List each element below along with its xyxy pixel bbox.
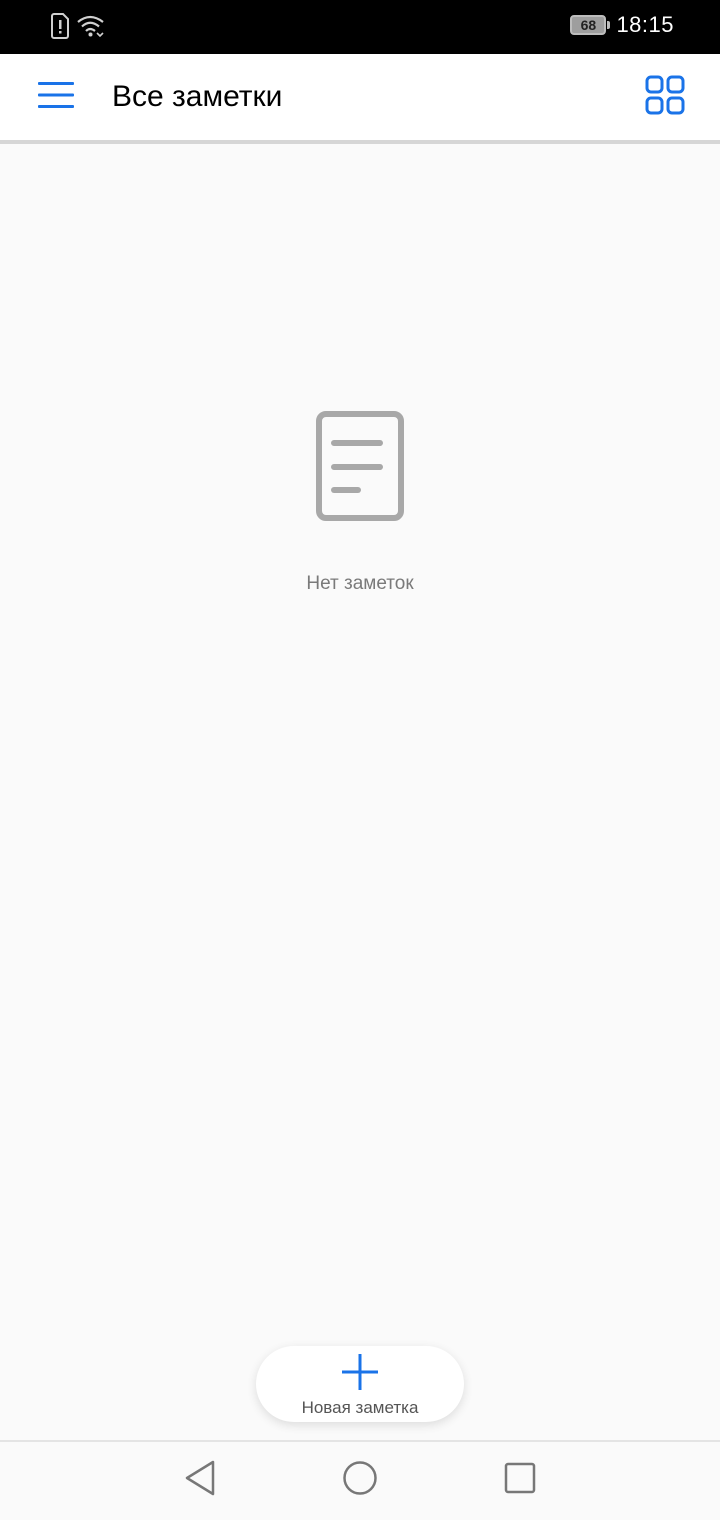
battery-icon: 68	[570, 15, 611, 35]
sim-alert-icon	[50, 13, 70, 44]
back-icon	[183, 1459, 217, 1502]
app-bar-divider	[0, 140, 720, 144]
grid-view-icon	[645, 75, 685, 120]
new-note-button[interactable]: Новая заметка	[256, 1346, 464, 1422]
plus-icon	[340, 1352, 380, 1392]
app-bar: Все заметки	[0, 54, 720, 140]
grid-view-button[interactable]	[640, 74, 690, 120]
recent-apps-icon	[504, 1462, 536, 1499]
system-nav-bar	[0, 1440, 720, 1520]
battery-level: 68	[580, 17, 597, 33]
wifi-icon	[76, 13, 106, 44]
back-button[interactable]	[178, 1458, 222, 1502]
menu-button[interactable]	[30, 74, 82, 120]
status-bar: 68 18:15	[0, 0, 720, 54]
status-time: 18:15	[616, 12, 674, 37]
new-note-label: Новая заметка	[301, 1398, 419, 1417]
recent-apps-button[interactable]	[498, 1458, 542, 1502]
empty-message: Нет заметок	[306, 573, 414, 594]
status-left-icons	[50, 13, 106, 44]
status-right: 68 18:15	[570, 12, 674, 38]
home-button[interactable]	[338, 1458, 382, 1502]
document-icon	[315, 410, 405, 527]
notes-screen: 68 18:15 Все заметки Нет заметок Новая з…	[0, 0, 720, 1520]
home-icon	[342, 1460, 378, 1501]
page-title: Все заметки	[112, 80, 283, 113]
empty-state: Нет заметок	[0, 410, 720, 595]
hamburger-menu-icon	[37, 80, 75, 115]
